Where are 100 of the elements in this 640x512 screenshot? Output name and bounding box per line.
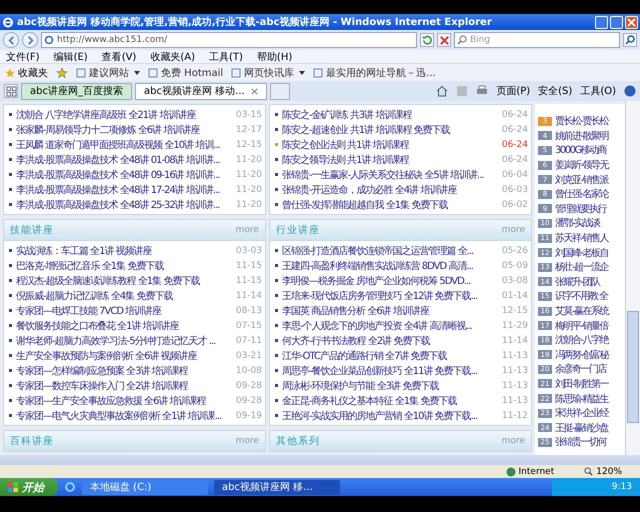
ranking-link[interactable]: 王挺-赢销沙盘 (555, 420, 608, 435)
article-link[interactable]: 王凤麟 道家奇门遁甲面授班高级视频 全10讲 培训... (16, 138, 232, 152)
ranking-link[interactable]: 余彦奇一门店 (555, 362, 606, 376)
ranking-link[interactable]: 潘鄂-实战谈 (555, 216, 600, 230)
close-icon[interactable] (250, 88, 258, 94)
ranking-link[interactable]: 苏天祥-销售人 (555, 231, 608, 246)
favorites-button[interactable]: 收藏夹 (5, 66, 48, 80)
minimize-button[interactable] (595, 16, 608, 28)
article-link[interactable]: 陈安之-超速创业 共1讲 培训课程 免费下载 (282, 122, 498, 136)
stop-icon[interactable] (437, 33, 451, 47)
menu-item[interactable]: 文件(F) (6, 50, 40, 64)
help-icon[interactable] (624, 85, 636, 97)
article-link[interactable]: 李洪成-股票高级操盘技术 全48讲 17-24讲 培训讲... (16, 182, 232, 196)
taskbar-window[interactable]: abc视频讲座网 移... (214, 480, 340, 494)
print-icon[interactable] (476, 85, 488, 97)
ranking-link[interactable]: 艾莫-赢在系统 (555, 304, 608, 318)
ranking-link[interactable]: 姚前进-散聚明 (555, 128, 608, 143)
article-link[interactable]: 王艳河-实战实用的房地产营销 全10讲 免费下载... (282, 408, 498, 422)
article-link[interactable]: 程汉杰-超级全脑速读训练教程 全1集 免费下载 (16, 274, 232, 288)
address-field[interactable]: http://www.abc151.com/ (41, 32, 417, 48)
article-link[interactable]: 区锦强-打造酒店餐饮连锁帝国之运营管理篇 全... (282, 244, 498, 258)
menu-item[interactable]: 帮助(H) (256, 50, 292, 64)
article-link[interactable]: 专家团—怎样编制应急预案 全3讲 培训课程 (16, 364, 232, 378)
article-link[interactable]: 周思亭-餐饮企业菜品创新技巧 全11讲 免费下载... (282, 364, 498, 378)
article-link[interactable]: 巴洛克-增强记忆音乐 全1集 免费下载 (16, 258, 232, 272)
article-link[interactable]: 实战演练：车工篇 全1讲 视频讲座 (16, 244, 232, 258)
horizontal-scrollbar[interactable] (0, 455, 640, 465)
browser-tab[interactable]: abc视频讲座网 移动... (134, 82, 267, 100)
ranking-link[interactable]: 杨壮-超一流企 (555, 260, 608, 274)
menu-item[interactable]: 工具(T) (209, 50, 243, 64)
new-tab-button[interactable] (270, 82, 290, 100)
ranking-link[interactable]: 刘克亚-销售派 (555, 172, 608, 187)
article-link[interactable]: 陈安之创业法则 共1讲 培训课程 (282, 138, 498, 152)
maximize-button[interactable] (610, 16, 623, 28)
article-link[interactable]: 张锦贵-开运造命，成功必胜 全4讲 培训讲座 (282, 182, 498, 196)
article-link[interactable]: 餐饮服务技能之口布叠花 全1讲 培训讲座 (16, 318, 232, 332)
ranking-link[interactable]: 3000G移动商 (555, 143, 606, 158)
article-link[interactable]: 李国英 商品销售分析 全6讲 培训讲座 (282, 304, 498, 318)
ranking-link[interactable]: 张锦贵一切何 (555, 435, 606, 450)
caret-icon[interactable] (134, 70, 140, 74)
menu-item[interactable]: 查看(V) (102, 50, 136, 64)
ranking-link[interactable]: 陈思瑜-精益生 (555, 392, 608, 406)
article-link[interactable]: 曾仕强-发挥潜能超越自我 全1集 免费下载 (282, 198, 498, 212)
article-link[interactable]: 李洪成-股票高级操盘技术 全48讲 09-16讲 培训讲... (16, 168, 232, 182)
ranking-link[interactable]: 梅明平-销量倍 (555, 318, 608, 333)
article-link[interactable]: 专家团—生产安全事故应急救援 全6讲 培训课程 (16, 394, 232, 408)
start-button[interactable]: 开始 (0, 478, 58, 496)
caret-icon[interactable] (299, 70, 306, 74)
ranking-link[interactable]: 识字不用教 全 (555, 289, 608, 304)
taskbar-window[interactable]: 本地磁盘 (C:) (82, 480, 208, 494)
ranking-link[interactable]: 刘国峰-老板自 (555, 246, 608, 260)
zoom-level[interactable]: 120% (584, 466, 622, 476)
ranking-link[interactable]: 贾长松-贾长松 (555, 114, 608, 128)
article-link[interactable]: 专家团—电气火灾典型事故案例剖析 全1讲 培训课... (16, 408, 232, 422)
favorites-link[interactable]: 免费 Hotmail (148, 66, 224, 80)
ranking-link[interactable]: 管理就要执行 (555, 202, 606, 216)
ranking-link[interactable]: 姜岚昕-领导无 (555, 158, 608, 172)
vertical-scrollbar[interactable] (625, 101, 640, 455)
command-menu[interactable]: 工具(O) (580, 84, 616, 98)
ie-quicklaunch-icon[interactable] (64, 481, 76, 493)
article-link[interactable]: 金正昆-商务礼仪之基本特征 全1集 免费下载 (282, 394, 498, 408)
close-button[interactable] (625, 16, 638, 28)
article-link[interactable]: 李明俊—税务掘金 房地产企业如何税筹 5DVD... (282, 274, 498, 288)
article-link[interactable]: 李思-个人观念下的房地产投资 全4讲 高清晰视... (282, 318, 498, 332)
add-favorite-icon[interactable] (56, 66, 68, 78)
ranking-link[interactable]: 宋洪祥-企业经 (555, 406, 608, 420)
home-icon[interactable] (436, 85, 448, 97)
search-icon[interactable] (623, 33, 637, 47)
article-link[interactable]: 沈朝合 八字绝学讲座高级班 全21讲 培训讲座 (16, 108, 232, 122)
article-link[interactable]: 倪振威-超脑力记忆训练 全4集 免费下载 (16, 288, 232, 302)
article-link[interactable]: 专家团—电焊工技能 7VCD 培训讲座 (16, 304, 232, 318)
article-link[interactable]: 陈安之-金矿训练 共3讲 培训课程 (282, 108, 498, 122)
article-link[interactable]: 生产安全事故预防与案例剖析 全6讲 视频讲座 (16, 348, 232, 362)
article-link[interactable]: 王培来-现代饭店房务管理技巧 全12讲 免费下载... (282, 288, 498, 302)
browser-tab[interactable]: abc讲座网_百度搜索 (21, 82, 132, 100)
ranking-link[interactable]: 沈朝合-八字绝 (555, 333, 608, 348)
menu-item[interactable]: 编辑(E) (54, 50, 88, 64)
back-button[interactable] (3, 32, 19, 48)
quick-tabs-icon[interactable] (4, 84, 18, 98)
article-link[interactable]: 江华-OTC产品的通路行销 全7讲 免费下载 (282, 348, 498, 362)
article-link[interactable]: 张家麟-周易领导力十二项修炼 全6讲 培训讲座 (16, 122, 232, 136)
article-link[interactable]: 何大齐-行书书法教程 全2讲 免费下载 (282, 334, 498, 348)
refresh-icon[interactable] (420, 33, 434, 47)
article-link[interactable]: 李洪成-股票高级操盘技术 全48讲 25-32讲 培训讲... (16, 198, 232, 212)
article-link[interactable]: 周泳彬-环境保护与节能 全3讲 免费下载 (282, 378, 498, 392)
article-link[interactable]: 张锦贵-一生赢家-人际关系交往秘诀 全5讲 培训讲... (282, 168, 498, 182)
command-menu[interactable]: 安全(S) (538, 84, 572, 98)
menu-item[interactable]: 收藏夹(A) (150, 50, 195, 64)
ranking-link[interactable]: 曾仕强-名家论 (555, 187, 608, 202)
article-link[interactable]: 李洪成-股票高级操盘技术 全48讲 01-08讲 培训讲... (16, 152, 232, 166)
command-menu[interactable]: 页面(P) (496, 84, 530, 98)
article-link[interactable]: 王建四-高盈利终端销售实战训练营 8DVD 高清... (282, 258, 498, 272)
article-link[interactable]: 谢华老师-超脑力高效学习法-5分钟打造记忆天才 ... (16, 334, 232, 348)
article-link[interactable]: 专家团—数控车床操作入门 全2讲 培训课程 (16, 378, 232, 392)
favorites-link[interactable]: 建议网站 (76, 66, 140, 80)
article-link[interactable]: 陈安之领导法则 共1讲 培训课程 (282, 152, 498, 166)
ranking-link[interactable]: 冯两努-创富秘 (555, 348, 608, 362)
ranking-link[interactable]: 张耀升-团队 (555, 274, 600, 289)
ranking-link[interactable]: 刘田-制胜第一 (555, 376, 608, 391)
forward-button[interactable] (22, 32, 38, 48)
